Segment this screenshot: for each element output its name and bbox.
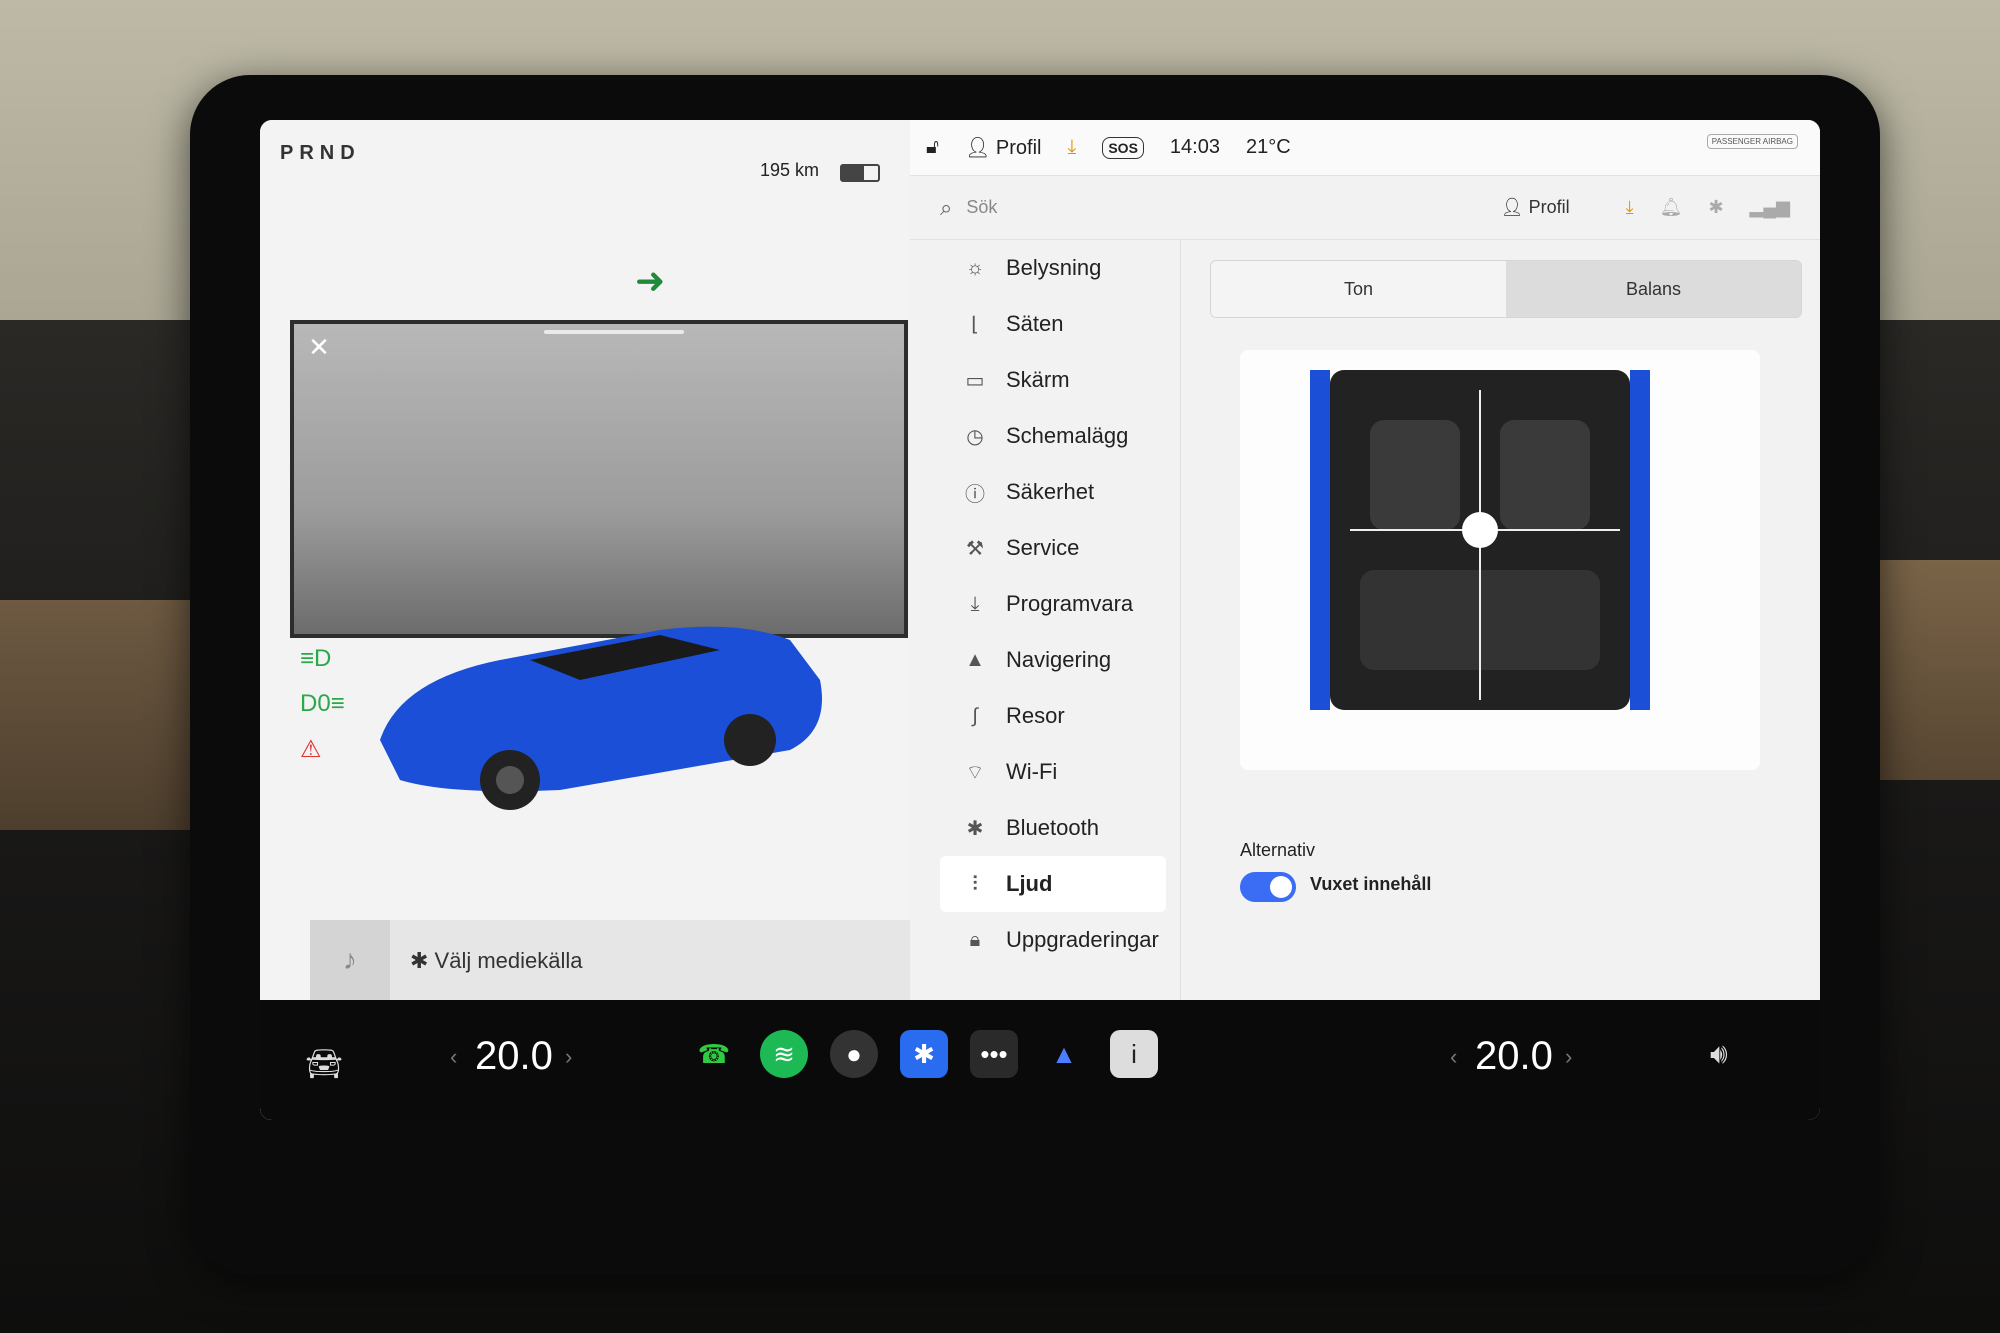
turn-arrow-icon: ➜ <box>635 260 666 301</box>
mature-content-label: Vuxet innehåll <box>1310 874 1432 894</box>
car-image[interactable] <box>360 620 840 810</box>
search-icon: ⌕ <box>940 194 953 220</box>
menu-item-label: Säkerhet <box>1006 479 1095 504</box>
audio-settings: Ton Balans Alternativ Vuxet innehåll <box>1200 240 1820 1000</box>
menu-item-label: Wi-Fi <box>1006 759 1058 784</box>
temp-up-left-icon[interactable]: › <box>565 1044 572 1070</box>
menu-item-skärm[interactable]: ▭ Skärm <box>910 352 1180 408</box>
safety-icon: ⓘ <box>965 483 985 506</box>
bluetooth-icon[interactable]: ✱ <box>1708 197 1723 218</box>
profile-button[interactable]: 👤︎ Profil <box>1501 197 1570 218</box>
menu-item-service[interactable]: ⚒ Service <box>910 520 1180 576</box>
seatbelt-warning-icon: ⚠ <box>300 736 322 763</box>
sliders-icon: ⫶ <box>972 872 978 895</box>
phone-icon[interactable]: ☎ <box>690 1030 738 1078</box>
tab-ton[interactable]: Ton <box>1211 261 1506 317</box>
settings-panel: 🔓︎ 👤︎ Profil ⤓ SOS 14:03 21°C PASSENGER … <box>910 120 1820 1000</box>
menu-item-bluetooth[interactable]: ✱ Bluetooth <box>910 800 1180 856</box>
signal-icon: ▂▄▆ <box>1749 197 1790 217</box>
menu-item-label: Schemalägg <box>1006 423 1129 448</box>
music-note-icon[interactable]: ♪ <box>310 920 390 1000</box>
audio-tabs: Ton Balans <box>1210 260 1802 318</box>
options-heading: Alternativ <box>1240 840 1316 860</box>
menu-item-label: Uppgraderingar <box>1006 927 1159 952</box>
passenger-temperature[interactable]: 20.0 <box>1475 1034 1553 1079</box>
menu-item-belysning[interactable]: ☼ Belysning <box>910 240 1180 296</box>
driving-panel: PRND 195 km ➜ ✕ ≡D D0≡ ⚠ ♪ ✱ Välj mediek… <box>260 120 930 1120</box>
balance-handle[interactable] <box>1462 512 1498 548</box>
clock: 14:03 <box>1169 136 1220 158</box>
wrench-icon: ⚒ <box>966 537 984 560</box>
spotify-icon[interactable]: ≋ <box>760 1030 808 1078</box>
clock-icon: ◷ <box>966 425 984 448</box>
menu-item-label: Navigering <box>1006 647 1112 672</box>
gear-selector: PRND <box>280 142 361 164</box>
sos-badge[interactable]: SOS <box>1102 136 1144 159</box>
passenger-airbag-indicator: PASSENGER AIRBAG <box>1706 134 1798 149</box>
settings-menu: ☼ Belysning ⌊ Säten ▭ Skärm ◷ Schemalägg ⓘ Säkerh… <box>910 240 1181 1000</box>
light-icon: ☼ <box>965 256 985 279</box>
menu-item-säten[interactable]: ⌊ Säten <box>910 296 1180 352</box>
bottom-dock: 🚘︎ ‹ 20.0 › ☎ ≋ ● ✱ ••• ▲ i ‹ 20.0 › 🔊︎ <box>260 1000 1820 1120</box>
media-source-selector[interactable]: ✱ Välj mediekälla <box>410 948 583 974</box>
lock-icon: 🔒︎ <box>969 928 981 951</box>
info-icon[interactable]: i <box>1110 1030 1158 1078</box>
menu-item-programvara[interactable]: ⤓ Programvara <box>910 576 1180 632</box>
profile-button[interactable]: 👤︎ Profil <box>965 135 1042 160</box>
balance-cabin-view[interactable] <box>1240 350 1760 770</box>
tab-balans[interactable]: Balans <box>1506 261 1801 317</box>
menu-item-label: Skärm <box>1006 367 1070 392</box>
menu-item-uppgraderingar[interactable]: 🔒︎ Uppgraderingar <box>910 912 1180 968</box>
menu-item-label: Bluetooth <box>1006 815 1099 840</box>
camera-view[interactable]: ✕ <box>290 320 908 638</box>
camera-close-icon[interactable]: ✕ <box>304 332 334 362</box>
temp-down-left-icon[interactable]: ‹ <box>450 1044 457 1070</box>
menu-item-schemalägg[interactable]: ◷ Schemalägg <box>910 408 1180 464</box>
seat-icon: ⌊ <box>971 313 979 336</box>
headlight-icon: ≡D <box>300 645 332 672</box>
menu-item-label: Resor <box>1006 703 1065 728</box>
menu-item-label: Ljud <box>1006 871 1053 896</box>
navigation-app-icon[interactable]: ▲ <box>1040 1030 1088 1078</box>
mature-content-toggle[interactable] <box>1240 872 1296 902</box>
download-icon[interactable]: ⤓ <box>1626 197 1634 218</box>
settings-search-bar: ⌕ Sök 👤︎ Profil ⤓ 🔔︎ ✱ ▂▄▆ <box>910 176 1820 240</box>
navigation-icon: ▲ <box>965 648 985 671</box>
lock-icon[interactable]: 🔓︎ <box>926 136 939 159</box>
menu-item-resor[interactable]: ∫ Resor <box>910 688 1180 744</box>
bluetooth-icon[interactable]: ✱ <box>900 1030 948 1078</box>
fog-light-icon: D0≡ <box>300 690 345 717</box>
menu-item-navigering[interactable]: ▲ Navigering <box>910 632 1180 688</box>
download-icon[interactable]: ⤓ <box>1068 136 1077 159</box>
more-icon[interactable]: ••• <box>970 1030 1018 1078</box>
outside-temperature: 21°C <box>1245 136 1291 158</box>
menu-item-ljud[interactable]: ⫶ Ljud <box>940 856 1166 912</box>
camera-icon[interactable]: ● <box>830 1030 878 1078</box>
display-icon: ▭ <box>965 369 985 392</box>
camera-drag-handle[interactable] <box>544 330 684 334</box>
bluetooth-icon: ✱ <box>410 948 435 973</box>
range-readout: 195 km <box>760 160 820 180</box>
touchscreen: PRND 195 km ➜ ✕ ≡D D0≡ ⚠ ♪ ✱ Välj mediek… <box>260 120 1820 1120</box>
wifi-icon: ⌔ <box>965 761 985 784</box>
menu-item-label: Belysning <box>1006 255 1102 280</box>
temp-down-right-icon[interactable]: ‹ <box>1450 1044 1457 1070</box>
volume-icon[interactable]: 🔊︎ <box>1710 1038 1728 1071</box>
temp-up-right-icon[interactable]: › <box>1565 1044 1572 1070</box>
car-icon[interactable]: 🚘︎ <box>300 1040 348 1088</box>
driver-temperature[interactable]: 20.0 <box>475 1034 553 1079</box>
trips-icon: ∫ <box>972 704 978 727</box>
bell-icon[interactable]: 🔔︎ <box>1660 197 1683 218</box>
status-bar: 🔓︎ 👤︎ Profil ⤓ SOS 14:03 21°C PASSENGER … <box>910 120 1820 176</box>
menu-item-säkerhet[interactable]: ⓘ Säkerhet <box>910 464 1180 520</box>
menu-item-label: Service <box>1006 535 1080 560</box>
menu-item-label: Säten <box>1006 311 1064 336</box>
menu-item-wi-fi[interactable]: ⌔ Wi-Fi <box>910 744 1180 800</box>
menu-item-label: Programvara <box>1006 591 1134 616</box>
search-input[interactable]: Sök <box>966 197 997 218</box>
battery-icon <box>840 164 880 182</box>
download-icon: ⤓ <box>970 592 980 615</box>
bluetooth-icon: ✱ <box>966 817 984 840</box>
